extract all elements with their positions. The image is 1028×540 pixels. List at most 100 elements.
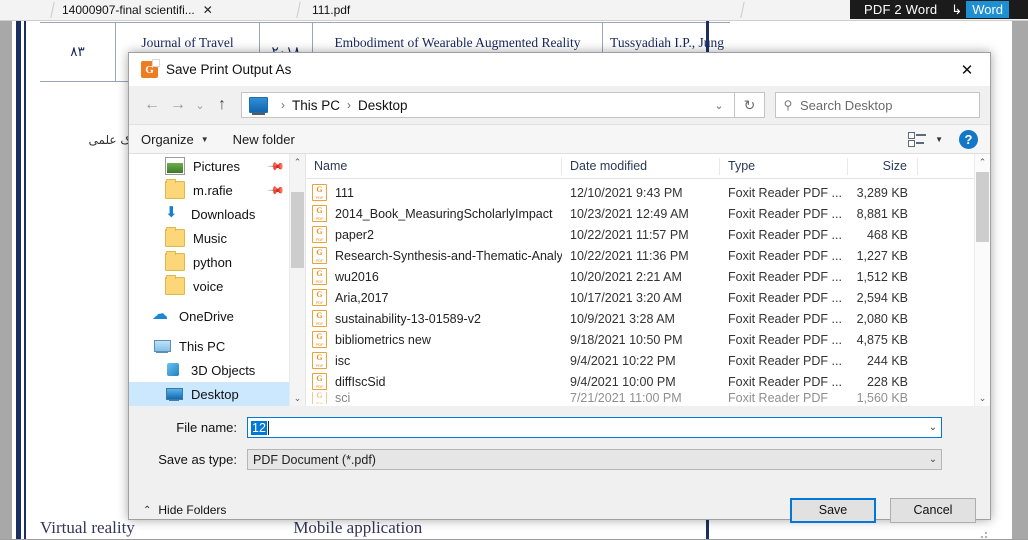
file-size-cell: 2,594 KB xyxy=(856,290,908,305)
dialog-body: Pictures 📌 m.rafie 📌 Downloads Music pyt… xyxy=(129,154,990,406)
folder-icon xyxy=(165,251,185,271)
table-row[interactable]: bibliometrics new 9/18/2021 10:50 PM Foxit… xyxy=(306,329,990,350)
file-size-cell: 3,289 KB xyxy=(856,185,908,200)
pdf-file-icon xyxy=(312,268,327,285)
file-name-cell: paper2 xyxy=(306,226,562,243)
file-name-text: isc xyxy=(335,353,351,368)
tree-item-label: OneDrive xyxy=(179,308,234,324)
tree-item-label: This PC xyxy=(179,338,226,354)
close-icon[interactable]: ✕ xyxy=(944,53,990,86)
savetype-select[interactable]: PDF Document (*.pdf) ⌄ xyxy=(247,449,942,470)
tree-item-label: Pictures xyxy=(193,158,240,174)
chevron-down-icon[interactable]: ⌄ xyxy=(925,454,941,465)
breadcrumb-desktop[interactable]: Desktop xyxy=(358,98,408,113)
file-list: Name Date modified Type Size 111 12/10/20… xyxy=(305,154,990,406)
table-row[interactable]: isc 9/4/2021 10:22 PM Foxit Reader PDF ...… xyxy=(306,350,990,371)
table-row[interactable]: paper2 10/22/2021 11:57 PM Foxit Reader PD… xyxy=(306,224,990,245)
scroll-down-icon[interactable]: ⌄ xyxy=(290,390,305,406)
file-size-cell: 1,227 KB xyxy=(856,248,908,263)
breadcrumb-this-pc[interactable]: This PC xyxy=(292,98,340,113)
chevron-up-icon: ⌃ xyxy=(143,504,152,516)
word-button[interactable]: Word xyxy=(966,1,1010,18)
address-breadcrumb-bar[interactable]: › This PC › Desktop ⌄ xyxy=(241,92,735,118)
pdf-file-icon xyxy=(312,184,327,201)
table-row[interactable]: diffIscSid 9/4/2021 10:00 PM Foxit Reader … xyxy=(306,371,990,392)
tree-item-downloads[interactable]: Downloads xyxy=(129,202,305,226)
refresh-icon[interactable]: ↻ xyxy=(735,92,765,118)
table-row[interactable]: Aria,2017 10/17/2021 3:20 AM Foxit Reader … xyxy=(306,287,990,308)
tree-item-onedrive[interactable]: OneDrive xyxy=(129,304,305,328)
search-input[interactable]: ⚲ Search Desktop xyxy=(775,92,980,118)
file-type-cell: Foxit Reader PDF ... xyxy=(728,206,842,221)
scrollbar-thumb[interactable] xyxy=(976,172,989,242)
tree-item-voice[interactable]: voice xyxy=(129,274,305,298)
file-type-cell: Foxit Reader PDF ... xyxy=(728,353,842,368)
folder-icon xyxy=(165,227,185,247)
file-name-cell: wu2016 xyxy=(306,268,562,285)
back-button[interactable]: ← xyxy=(139,92,165,118)
table-row[interactable]: Research-Synthesis-and-Thematic-Analy...… xyxy=(306,245,990,266)
file-list-scrollbar[interactable]: ⌃ ⌄ xyxy=(974,154,990,406)
table-cell-rank: ٨٣ xyxy=(40,23,116,81)
organize-button[interactable]: Organize ▼ xyxy=(141,132,209,147)
pdf-file-icon xyxy=(312,392,327,404)
tab-close-icon[interactable]: ✕ xyxy=(203,3,213,17)
file-name-text: Aria,2017 xyxy=(335,290,389,305)
view-dropdown-button[interactable]: ▼ xyxy=(933,135,943,144)
scroll-down-icon[interactable]: ⌄ xyxy=(975,390,990,406)
hide-folders-button[interactable]: ⌃ Hide Folders xyxy=(143,503,226,517)
table-row[interactable]: 2014_Book_MeasuringScholarlyImpact 10/23/… xyxy=(306,203,990,224)
pin-icon[interactable]: 📌 xyxy=(267,181,286,199)
tree-scrollbar[interactable]: ⌃ ⌄ xyxy=(289,154,305,406)
file-name-cell: Aria,2017 xyxy=(306,289,562,306)
breadcrumb-separator: › xyxy=(281,98,285,112)
tree-item-pictures[interactable]: Pictures 📌 xyxy=(129,154,305,178)
tree-item-3d-objects[interactable]: 3D Objects xyxy=(129,358,305,382)
column-header-type[interactable]: Type xyxy=(720,157,848,175)
pdf-file-icon xyxy=(312,247,327,264)
column-header-size[interactable]: Size xyxy=(848,157,918,175)
pin-icon[interactable]: 📌 xyxy=(267,157,286,175)
up-button[interactable]: ↑ xyxy=(209,92,235,118)
scroll-up-icon[interactable]: ⌃ xyxy=(975,154,990,170)
tree-item-desktop[interactable]: Desktop xyxy=(129,382,305,406)
tree-item-this-pc[interactable]: This PC xyxy=(129,334,305,358)
hide-folders-label: Hide Folders xyxy=(158,503,227,517)
organize-label: Organize xyxy=(141,131,194,147)
chevron-down-icon[interactable]: ⌄ xyxy=(704,93,734,117)
file-date-cell: 12/10/2021 9:43 PM xyxy=(570,185,683,200)
cancel-button[interactable]: Cancel xyxy=(890,497,976,523)
savetype-value: PDF Document (*.pdf) xyxy=(253,452,376,467)
file-type-cell: Foxit Reader PDF ... xyxy=(728,269,842,284)
scroll-up-icon[interactable]: ⌃ xyxy=(290,154,305,170)
column-header-name[interactable]: Name xyxy=(306,157,562,175)
tab-111-pdf[interactable]: 111.pdf xyxy=(312,0,350,20)
resize-grip[interactable] xyxy=(977,528,987,538)
pdf2word-label[interactable]: PDF 2 Word xyxy=(854,2,947,17)
recent-locations-button[interactable]: ⌄ xyxy=(191,92,209,118)
table-row[interactable]: wu2016 10/20/2021 2:21 AM Foxit Reader PDF… xyxy=(306,266,990,287)
chevron-down-icon[interactable]: ⌄ xyxy=(925,422,941,433)
file-type-cell: Foxit Reader PDF ... xyxy=(728,248,842,263)
file-date-cell: 9/4/2021 10:22 PM xyxy=(570,353,676,368)
column-header-date-modified[interactable]: Date modified xyxy=(562,157,720,175)
pdf-file-icon xyxy=(312,226,327,243)
table-row[interactable]: sci 7/21/2021 11:00 PM Foxit Reader PDF 1,5… xyxy=(306,392,990,404)
chevron-down-icon: ▼ xyxy=(935,134,943,144)
scrollbar-thumb[interactable] xyxy=(291,192,304,268)
tab-14000907-final[interactable]: 14000907-final scientifi... ✕ xyxy=(62,0,213,20)
new-folder-button[interactable]: New folder xyxy=(233,132,295,147)
view-layout-icon[interactable] xyxy=(908,131,930,147)
table-row[interactable]: 111 12/10/2021 9:43 PM Foxit Reader PDF ..… xyxy=(306,182,990,203)
chevron-down-icon: ▼ xyxy=(200,134,209,144)
filename-input[interactable]: 12 ⌄ xyxy=(247,417,942,438)
tree-item-python[interactable]: python xyxy=(129,250,305,274)
save-button[interactable]: Save xyxy=(790,497,876,523)
tree-item-music[interactable]: Music xyxy=(129,226,305,250)
file-date-cell: 10/22/2021 11:36 PM xyxy=(570,248,689,263)
help-icon[interactable]: ? xyxy=(959,129,978,149)
tree-item-m-rafie[interactable]: m.rafie 📌 xyxy=(129,178,305,202)
forward-button[interactable]: → xyxy=(165,92,191,118)
tab-label: 111.pdf xyxy=(312,3,351,17)
table-row[interactable]: sustainability-13-01589-v2 10/9/2021 3:28… xyxy=(306,308,990,329)
